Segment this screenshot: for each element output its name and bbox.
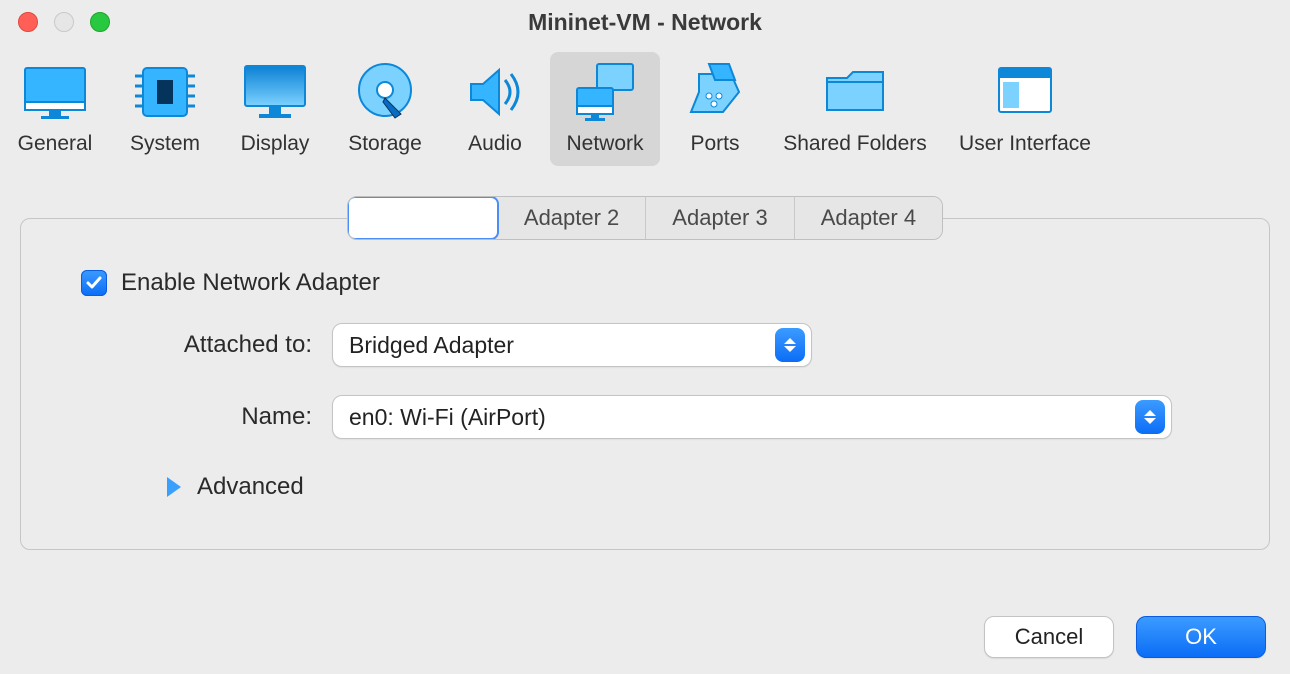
toolbar-item-general[interactable]: General xyxy=(0,52,110,166)
toolbar-item-system[interactable]: System xyxy=(110,52,220,166)
disclosure-triangle-icon xyxy=(167,477,181,497)
titlebar: Mininet-VM - Network xyxy=(0,0,1290,44)
toolbar-label: Shared Folders xyxy=(783,132,927,156)
enable-adapter-row: Enable Network Adapter xyxy=(81,269,1235,297)
toolbar-label: Ports xyxy=(690,132,739,156)
enable-adapter-label: Enable Network Adapter xyxy=(107,269,400,297)
name-row: Name: en0: Wi-Fi (AirPort) xyxy=(67,395,1235,439)
attached-to-row: Attached to: Bridged Adapter xyxy=(67,323,1235,367)
name-label: Name: xyxy=(67,403,332,431)
window-title: Mininet-VM - Network xyxy=(528,9,762,36)
button-label: Cancel xyxy=(1015,624,1083,650)
cancel-button[interactable]: Cancel xyxy=(984,616,1114,658)
settings-window: Mininet-VM - Network General System Disp… xyxy=(0,0,1290,674)
tab-adapter-2[interactable]: Adapter 2 xyxy=(498,197,646,239)
toolbar-label: Storage xyxy=(348,132,422,156)
toolbar-label: Display xyxy=(241,132,310,156)
close-window-button[interactable] xyxy=(18,12,38,32)
toolbar-item-audio[interactable]: Audio xyxy=(440,52,550,166)
toolbar-label: Audio xyxy=(468,132,522,156)
window-icon xyxy=(989,60,1061,124)
window-controls xyxy=(18,12,110,32)
enable-adapter-checkbox[interactable] xyxy=(81,270,107,296)
toolbar-label: General xyxy=(18,132,93,156)
advanced-label: Advanced xyxy=(197,473,304,501)
toolbar-label: System xyxy=(130,132,200,156)
tab-adapter-4[interactable]: Adapter 4 xyxy=(795,197,942,239)
tab-adapter-1[interactable] xyxy=(347,196,499,240)
tab-label: Adapter 2 xyxy=(524,205,619,231)
speaker-icon xyxy=(459,60,531,124)
button-label: OK xyxy=(1185,624,1217,650)
toolbar-label: Network xyxy=(566,132,643,156)
toolbar-item-network[interactable]: Network xyxy=(550,52,660,166)
tab-label: Adapter 3 xyxy=(672,205,767,231)
toolbar-label: User Interface xyxy=(959,132,1091,156)
select-stepper-icon xyxy=(1135,400,1165,434)
toolbar-item-shared-folders[interactable]: Shared Folders xyxy=(770,52,940,166)
dialog-footer: Cancel OK xyxy=(984,616,1266,658)
chip-icon xyxy=(129,60,201,124)
ok-button[interactable]: OK xyxy=(1136,616,1266,658)
toolbar-item-storage[interactable]: Storage xyxy=(330,52,440,166)
zoom-window-button[interactable] xyxy=(90,12,110,32)
name-select[interactable]: en0: Wi-Fi (AirPort) xyxy=(332,395,1172,439)
attached-to-value: Bridged Adapter xyxy=(349,332,775,359)
toolbar-item-display[interactable]: Display xyxy=(220,52,330,166)
minimize-window-button[interactable] xyxy=(54,12,74,32)
toolbar-item-ports[interactable]: Ports xyxy=(660,52,770,166)
tab-label: Adapter 4 xyxy=(821,205,916,231)
port-icon xyxy=(679,60,751,124)
adapter-settings-box: Enable Network Adapter Attached to: Brid… xyxy=(20,218,1270,550)
select-stepper-icon xyxy=(775,328,805,362)
toolbar-item-user-interface[interactable]: User Interface xyxy=(940,52,1110,166)
display-icon xyxy=(239,60,311,124)
name-value: en0: Wi-Fi (AirPort) xyxy=(349,404,1135,431)
attached-to-select[interactable]: Bridged Adapter xyxy=(332,323,812,367)
adapter-tabs: Adapter 2 Adapter 3 Adapter 4 xyxy=(20,196,1270,240)
category-toolbar: General System Display Storage Audio xyxy=(0,44,1290,172)
network-icon xyxy=(569,60,641,124)
content-panel: Adapter 2 Adapter 3 Adapter 4 Enable Net… xyxy=(20,196,1270,550)
monitor-icon xyxy=(19,60,91,124)
folder-icon xyxy=(819,60,891,124)
disk-icon xyxy=(349,60,421,124)
advanced-disclosure[interactable]: Advanced xyxy=(167,473,1235,501)
attached-to-label: Attached to: xyxy=(67,331,332,359)
tab-adapter-3[interactable]: Adapter 3 xyxy=(646,197,794,239)
